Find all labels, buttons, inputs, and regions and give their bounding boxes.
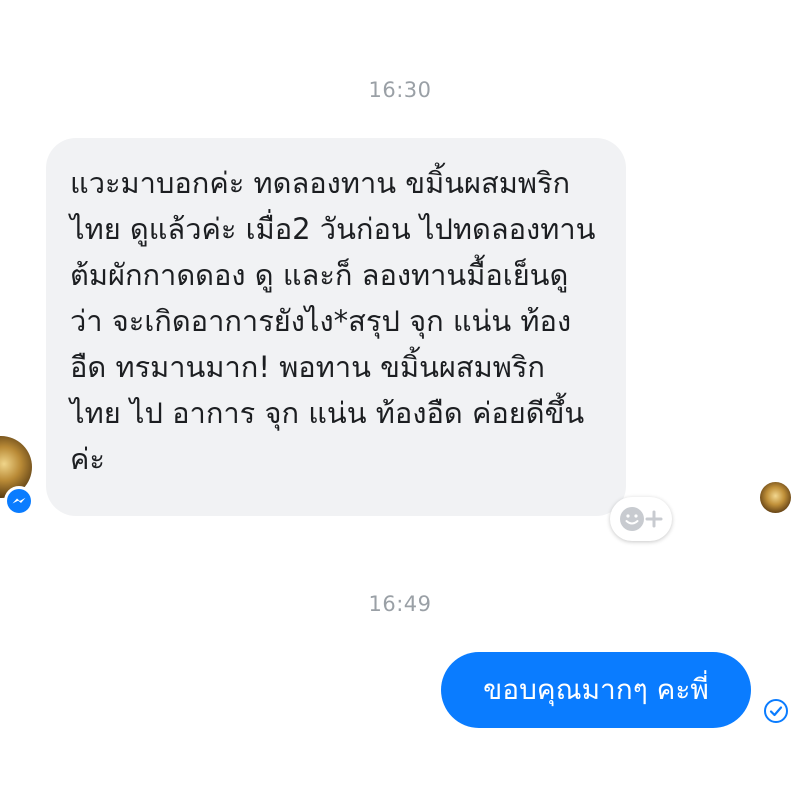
outgoing-message-bubble[interactable]: ขอบคุณมากๆ คะพี่ [441,652,751,728]
incoming-message-text: แวะมาบอกค่ะ ทดลองทาน ขมิ้นผสมพริก ไทย ดู… [70,166,596,476]
smiley-plus-icon [620,507,663,531]
timestamp-1649: 16:49 [368,592,432,616]
timestamp-1630: 16:30 [368,78,432,102]
outgoing-message-text: ขอบคุณมากๆ คะพี่ [483,673,709,706]
sent-check-icon [764,699,788,723]
seen-by-avatar [760,482,791,513]
incoming-message-bubble[interactable]: แวะมาบอกค่ะ ทดลองทาน ขมิ้นผสมพริก ไทย ดู… [46,138,626,516]
messenger-icon [4,486,34,516]
add-reaction-button[interactable] [610,497,672,541]
